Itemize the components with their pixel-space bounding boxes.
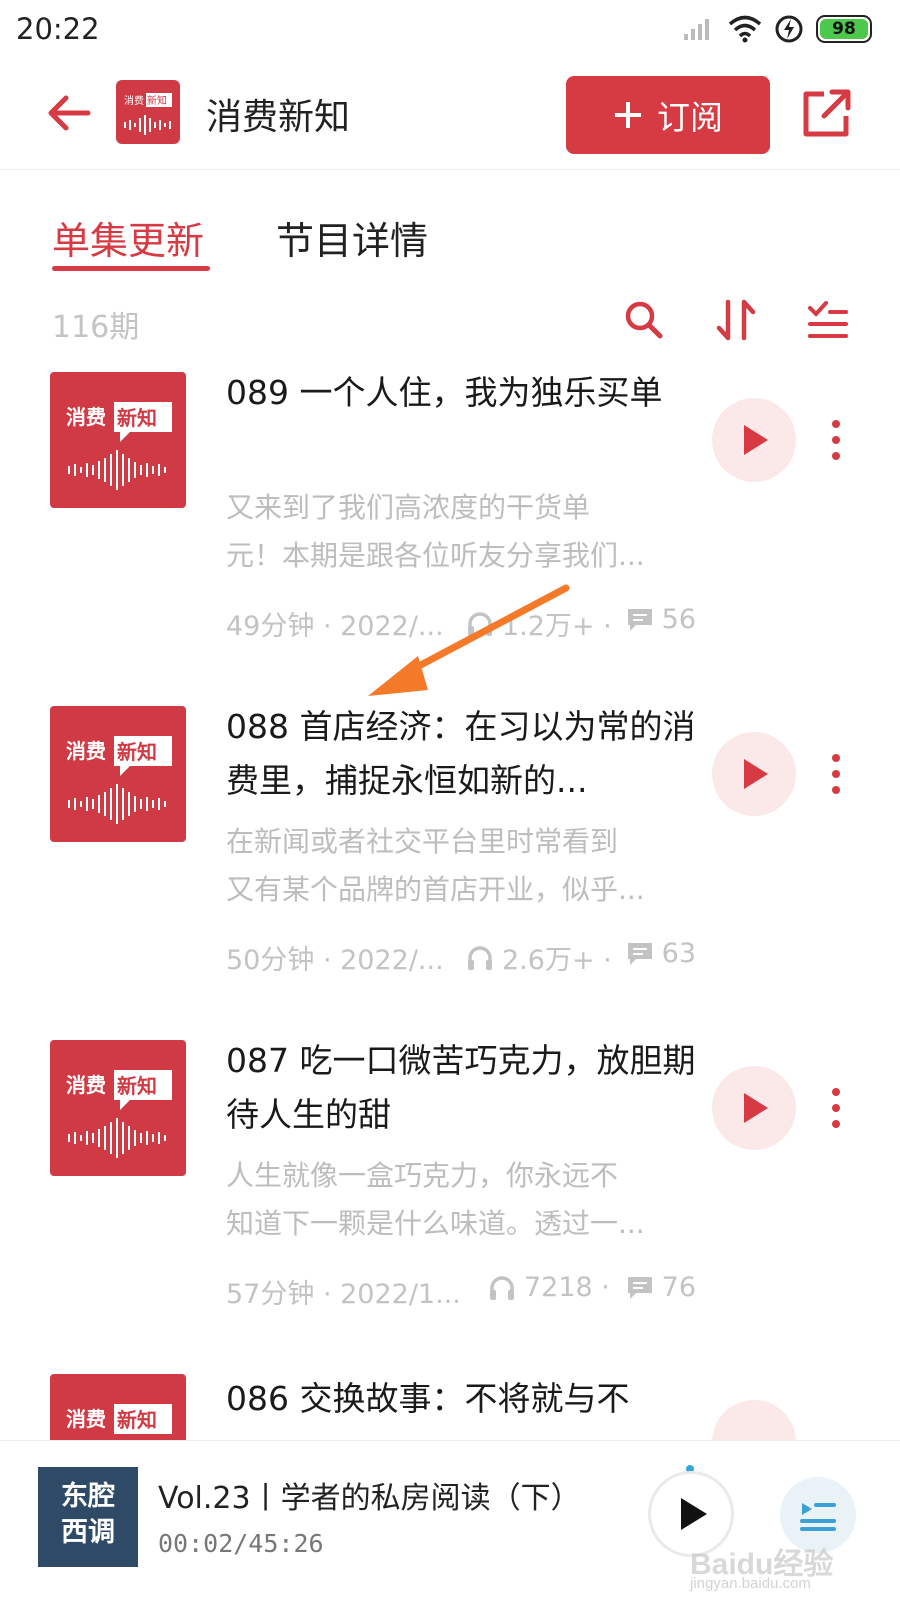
svg-text:新知: 新知 — [147, 94, 167, 107]
episode-duration-date: 57分钟 · 2022/1... — [226, 1279, 461, 1310]
episode-meta: 57分钟 · 2022/1... 7218 · 76 — [226, 1272, 696, 1312]
mini-player[interactable]: 东腔 西调 Vol.23丨学者的私房阅读（下） 00:02/45:26 Baid… — [0, 1440, 900, 1600]
header: 消费 新知 消费新知 订阅 — [0, 62, 900, 170]
sound-wave-icon: 消费 新知 — [66, 402, 172, 490]
play-button[interactable] — [712, 1066, 796, 1150]
sound-wave-icon: 消费 新知 — [124, 93, 172, 135]
player-track-title: Vol.23丨学者的私房阅读（下） — [158, 1481, 581, 1516]
sound-wave-icon: 消费 新知 — [66, 1404, 172, 1434]
svg-text:消费: 消费 — [66, 405, 106, 429]
watermark-url: jingyan.baidu.com — [690, 1575, 811, 1592]
episode-meta: 50分钟 · 2022/... 2.6万+ · 63 — [226, 938, 696, 978]
multi-select-icon[interactable] — [806, 298, 850, 342]
charging-icon — [775, 15, 803, 43]
episode-item[interactable]: 消费 新知 086 交换故事：不将就与不 — [0, 1374, 900, 1440]
more-options-icon[interactable] — [826, 1086, 846, 1130]
episode-cover: 消费 新知 — [50, 1040, 186, 1176]
episode-count: 116期 — [52, 310, 140, 345]
episode-plays: 2.6万+ · — [466, 938, 612, 977]
episode-item[interactable]: 消费 新知 087 吃一口微苦巧克力，放胆期待人生的甜 人生就像一盒巧克力，你永… — [0, 1040, 900, 1370]
back-arrow-icon[interactable] — [44, 88, 94, 138]
share-icon[interactable] — [800, 86, 854, 140]
tab-details[interactable]: 节目详情 — [276, 210, 428, 265]
status-icons: 98 — [682, 14, 872, 44]
play-icon — [744, 1093, 768, 1123]
player-cover: 东腔 西调 — [38, 1467, 138, 1567]
comment-icon — [627, 1276, 652, 1299]
svg-text:消费: 消费 — [66, 1073, 106, 1097]
annotation-arrow-icon — [368, 584, 570, 696]
episode-item[interactable]: 消费 新知 088 首店经济：在习以为常的消费里，捕捉永恒如新的... 在新闻或… — [0, 706, 900, 1036]
episode-comments: 63 — [626, 938, 696, 969]
headphones-icon — [468, 945, 492, 970]
play-button[interactable] — [712, 732, 796, 816]
episode-description: 在新闻或者社交平台里时常看到 又有某个品牌的首店开业，似乎... — [226, 825, 645, 906]
tab-episodes[interactable]: 单集更新 — [52, 210, 204, 265]
svg-text:消费: 消费 — [124, 94, 144, 107]
episode-cover: 消费 新知 — [50, 706, 186, 842]
player-time: 00:02/45:26 — [158, 1529, 324, 1558]
search-icon[interactable] — [622, 298, 666, 342]
sound-wave-icon: 消费 新知 — [66, 736, 172, 824]
subscribe-label: 订阅 — [657, 99, 723, 136]
podcast-title: 消费新知 — [206, 97, 351, 138]
comment-icon — [627, 608, 652, 631]
status-time: 20:22 — [16, 12, 100, 46]
episode-title: 088 首店经济：在习以为常的消费里，捕捉永恒如新的... — [226, 707, 696, 800]
play-icon — [681, 1498, 707, 1530]
svg-text:新知: 新知 — [117, 1408, 157, 1432]
play-button[interactable] — [712, 398, 796, 482]
sort-icon[interactable] — [714, 298, 758, 342]
playlist-icon — [800, 1503, 836, 1531]
episode-title: 086 交换故事：不将就与不 — [226, 1379, 630, 1418]
episode-title: 089 一个人住，我为独乐买单 — [226, 373, 663, 412]
svg-text:新知: 新知 — [117, 406, 157, 430]
tab-indicator — [52, 266, 210, 271]
episode-cover: 消费 新知 — [50, 1374, 186, 1440]
tab-bar: 单集更新 节目详情 — [0, 190, 900, 280]
episode-description: 人生就像一盒巧克力，你永远不 知道下一颗是什么味道。透过一... — [226, 1159, 645, 1240]
plus-icon — [615, 102, 641, 128]
svg-text:消费: 消费 — [66, 739, 106, 763]
play-icon — [744, 759, 768, 789]
subscribe-button[interactable]: 订阅 — [566, 76, 770, 154]
list-toolbar: 116期 — [0, 296, 900, 352]
podcast-cover: 消费 新知 — [116, 80, 180, 144]
svg-text:新知: 新知 — [117, 1074, 157, 1098]
more-options-icon[interactable] — [826, 418, 846, 462]
comment-icon — [627, 942, 652, 965]
status-bar: 20:22 98 — [0, 0, 900, 62]
episode-comments: 56 — [626, 604, 696, 635]
episode-comments: 76 — [626, 1272, 696, 1303]
play-icon — [744, 425, 768, 455]
battery-level: 98 — [832, 19, 856, 39]
svg-text:新知: 新知 — [117, 740, 157, 764]
svg-text:消费: 消费 — [66, 1407, 106, 1431]
signal-icon — [684, 19, 709, 40]
headphones-icon — [490, 1275, 514, 1300]
episode-description: 又来到了我们高浓度的干货单 元！本期是跟各位听友分享我们... — [226, 491, 645, 572]
episode-title: 087 吃一口微苦巧克力，放胆期待人生的甜 — [226, 1041, 696, 1134]
more-options-icon[interactable] — [826, 752, 846, 796]
episode-duration-date: 50分钟 · 2022/... — [226, 945, 444, 976]
episode-cover: 消费 新知 — [50, 372, 186, 508]
wifi-icon — [728, 15, 762, 43]
episode-plays: 7218 · — [488, 1272, 610, 1303]
play-button[interactable] — [712, 1400, 796, 1440]
battery-indicator: 98 — [816, 15, 872, 43]
sound-wave-icon: 消费 新知 — [66, 1070, 172, 1158]
